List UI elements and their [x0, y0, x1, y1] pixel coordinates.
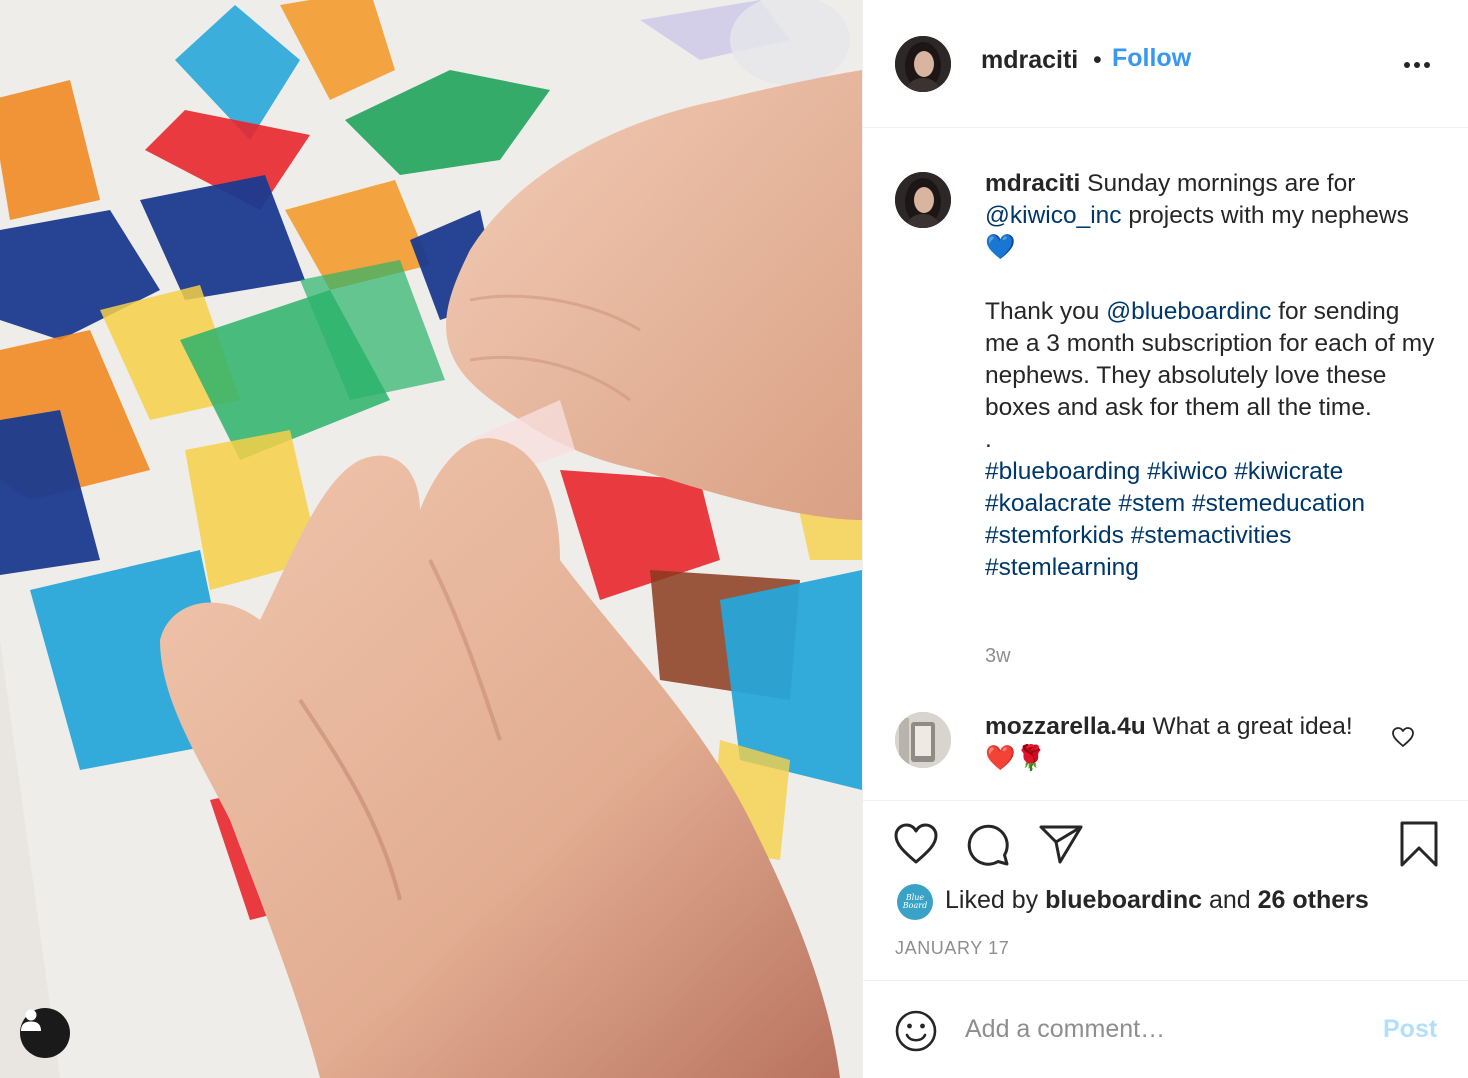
liked-by-text: Liked by blueboardinc and 26 others	[945, 886, 1369, 915]
avatar-image	[895, 36, 951, 92]
hashtag-list: #blueboarding #kiwico #kiwicrate #koalac…	[985, 456, 1435, 584]
tagged-people-button[interactable]	[20, 1008, 70, 1058]
hashtag[interactable]: #stemlearning	[985, 554, 1139, 581]
post-photo[interactable]	[0, 0, 862, 1078]
save-bookmark-icon[interactable]	[1399, 820, 1439, 873]
liked-by-middle: and	[1202, 886, 1258, 914]
hashtag[interactable]: #stemeducation	[1192, 490, 1365, 517]
caption-username[interactable]: mdraciti	[985, 170, 1080, 197]
hashtag[interactable]: #stem	[1118, 490, 1185, 517]
commenter-avatar[interactable]	[895, 712, 951, 768]
comment-emojis: ❤️🌹	[985, 745, 1047, 772]
follow-button[interactable]: Follow	[1112, 44, 1191, 73]
share-icon[interactable]	[1038, 822, 1084, 871]
avatar-image	[895, 172, 951, 228]
hashtag[interactable]: #kiwicrate	[1234, 458, 1343, 485]
emoji-smiley-icon[interactable]	[895, 1010, 937, 1057]
actions-divider	[863, 800, 1468, 801]
caption-text: mdraciti Sunday mornings are for @kiwico…	[985, 168, 1435, 584]
comment-username[interactable]: mozzarella.4u	[985, 713, 1146, 740]
caption-avatar[interactable]	[895, 172, 951, 228]
hashtag[interactable]: #stemactivities	[1131, 522, 1292, 549]
like-heart-icon[interactable]	[893, 822, 939, 871]
comment-body: mozzarella.4u What a great idea! ❤️🌹	[985, 711, 1365, 775]
post-comment-button[interactable]: Post	[1383, 1015, 1437, 1044]
comment-box-divider	[863, 980, 1468, 981]
separator-dot: •	[1093, 46, 1102, 74]
more-options-icon[interactable]	[1397, 48, 1437, 80]
mention-blueboardinc[interactable]: @blueboardinc	[1106, 298, 1271, 325]
hashtag[interactable]: #blueboarding	[985, 458, 1140, 485]
liked-by-user[interactable]: blueboardinc	[1045, 886, 1202, 914]
add-comment-input[interactable]	[965, 1006, 1365, 1052]
avatar-image	[895, 712, 951, 768]
caption-line1-after: projects with my nephews	[1121, 202, 1409, 229]
hashtag[interactable]: #kiwico	[1147, 458, 1227, 485]
caption-dot-line: .	[985, 426, 992, 453]
author-username[interactable]: mdraciti	[981, 46, 1078, 75]
hashtag[interactable]: #koalacrate	[985, 490, 1112, 517]
post-header: mdraciti • Follow	[863, 0, 1468, 128]
liked-by-others[interactable]: 26 others	[1258, 886, 1369, 914]
liked-by-prefix: Liked by	[945, 886, 1046, 914]
caption-timestamp[interactable]: 3w	[985, 645, 1011, 668]
comment-icon[interactable]	[965, 822, 1011, 873]
author-avatar[interactable]	[895, 36, 951, 92]
comment-like-heart-icon[interactable]	[1391, 726, 1415, 753]
liked-avatar-logo-text: Blue Board	[902, 893, 928, 910]
hashtag[interactable]: #stemforkids	[985, 522, 1124, 549]
caption-para2-before: Thank you	[985, 298, 1107, 325]
photo-image	[0, 0, 862, 1078]
post-date[interactable]: JANUARY 17	[895, 938, 1009, 959]
liked-by-avatar[interactable]: Blue Board	[897, 884, 933, 920]
blue-heart-emoji: 💙	[985, 234, 1016, 261]
post-sidebar: mdraciti • Follow mdraciti Sunday mornin…	[862, 0, 1468, 1078]
mention-kiwico[interactable]: @kiwico_inc	[985, 202, 1122, 229]
caption-line1: Sunday mornings are for	[1080, 170, 1356, 197]
comment-message: What a great idea!	[1145, 713, 1353, 740]
person-icon	[21, 1009, 41, 1031]
